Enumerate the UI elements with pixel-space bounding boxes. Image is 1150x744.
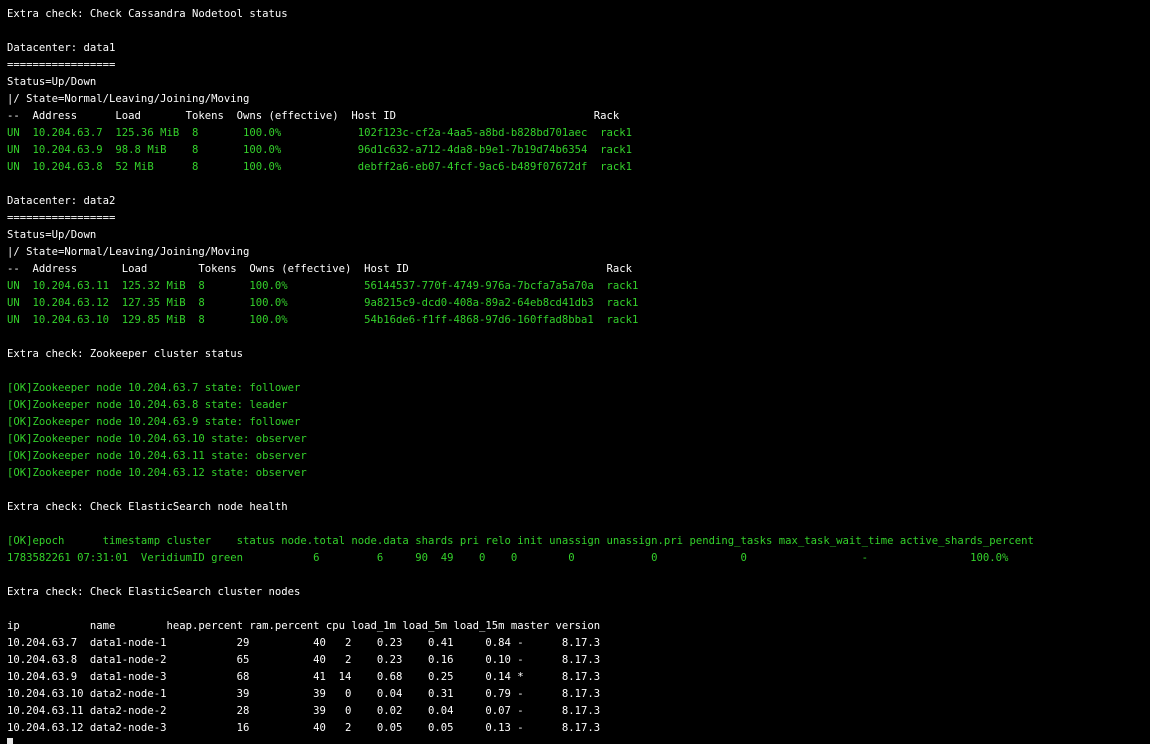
terminal-line: UN 10.204.63.8 52 MiB 8 100.0% debff2a6-… (7, 161, 633, 173)
terminal-line: ================= (7, 212, 116, 224)
terminal-line: 10.204.63.7 data1-node-1 29 40 2 0.23 0.… (7, 637, 601, 649)
terminal-output[interactable]: Extra check: Check Cassandra Nodetool st… (0, 0, 1150, 744)
prompt-line[interactable] (7, 737, 1150, 744)
terminal-line: UN 10.204.63.10 129.85 MiB 8 100.0% 54b1… (7, 314, 639, 326)
terminal-line: 10.204.63.8 data1-node-2 65 40 2 0.23 0.… (7, 654, 601, 666)
terminal-line: -- Address Load Tokens Owns (effective) … (7, 263, 633, 275)
terminal-line: 10.204.63.11 data2-node-2 28 39 0 0.02 0… (7, 705, 601, 717)
terminal-line: UN 10.204.63.9 98.8 MiB 8 100.0% 96d1c63… (7, 144, 633, 156)
terminal-line: Datacenter: data1 (7, 42, 116, 54)
terminal-line: Datacenter: data2 (7, 195, 116, 207)
terminal-line: 10.204.63.12 data2-node-3 16 40 2 0.05 0… (7, 722, 601, 734)
terminal-line: |/ State=Normal/Leaving/Joining/Moving (7, 246, 250, 258)
terminal-line: Extra check: Check ElasticSearch node he… (7, 501, 288, 513)
terminal-line: UN 10.204.63.11 125.32 MiB 8 100.0% 5614… (7, 280, 639, 292)
terminal-line: Extra check: Zookeeper cluster status (7, 348, 243, 360)
terminal-line: Extra check: Check ElasticSearch cluster… (7, 586, 301, 598)
terminal-line: Status=Up/Down (7, 229, 97, 241)
terminal-line: 10.204.63.10 data2-node-1 39 39 0 0.04 0… (7, 688, 601, 700)
terminal-line: ================= (7, 59, 116, 71)
terminal-line: [OK]Zookeeper node 10.204.63.8 state: le… (7, 399, 288, 411)
text-cursor (7, 738, 13, 744)
terminal-line: -- Address Load Tokens Owns (effective) … (7, 110, 620, 122)
terminal-line: 1783582261 07:31:01 VeridiumID green 6 6… (7, 552, 1009, 564)
terminal-line: [OK]Zookeeper node 10.204.63.7 state: fo… (7, 382, 301, 394)
terminal-line: Extra check: Check Cassandra Nodetool st… (7, 8, 288, 20)
terminal-line: ip name heap.percent ram.percent cpu loa… (7, 620, 601, 632)
terminal-line: 10.204.63.9 data1-node-3 68 41 14 0.68 0… (7, 671, 601, 683)
terminal-line: [OK]Zookeeper node 10.204.63.9 state: fo… (7, 416, 301, 428)
terminal-line: [OK]Zookeeper node 10.204.63.10 state: o… (7, 433, 307, 445)
terminal-line: [OK]Zookeeper node 10.204.63.12 state: o… (7, 467, 307, 479)
terminal-line: UN 10.204.63.12 127.35 MiB 8 100.0% 9a82… (7, 297, 639, 309)
terminal-line: [OK]Zookeeper node 10.204.63.11 state: o… (7, 450, 307, 462)
terminal-line: Status=Up/Down (7, 76, 97, 88)
terminal-line: UN 10.204.63.7 125.36 MiB 8 100.0% 102f1… (7, 127, 633, 139)
terminal-line: [OK]epoch timestamp cluster status node.… (7, 535, 1034, 547)
terminal-line: |/ State=Normal/Leaving/Joining/Moving (7, 93, 250, 105)
